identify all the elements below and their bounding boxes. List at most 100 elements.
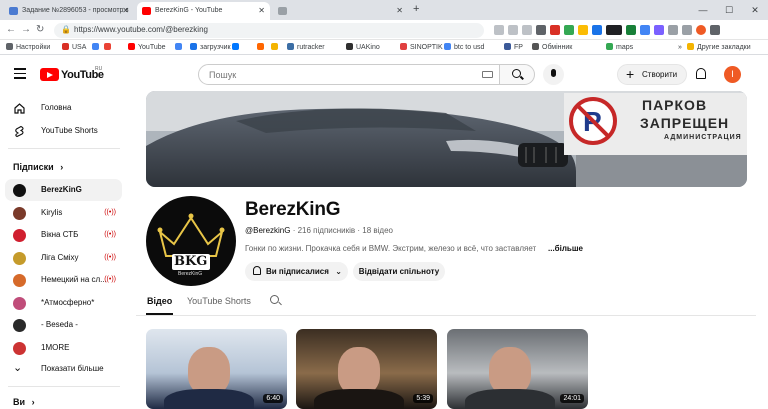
subscribed-button[interactable]: Ви підписалися ⌄ bbox=[245, 262, 348, 281]
sidebar-subscription[interactable]: Немецкий на сл... ((•)) bbox=[5, 269, 122, 291]
browser-tab-blank[interactable]: ✕ bbox=[273, 2, 408, 20]
sidebar-subscription[interactable]: Вікна СТБ ((•)) bbox=[5, 224, 122, 246]
bookmark-star-icon[interactable] bbox=[522, 25, 532, 35]
vpn-extension-icon[interactable] bbox=[626, 25, 636, 35]
maximize-button[interactable]: ☐ bbox=[716, 0, 742, 20]
close-tab-icon[interactable]: ✕ bbox=[396, 2, 403, 20]
sidebar-item-label: YouTube Shorts bbox=[41, 126, 98, 135]
browser-tab-strip: Задание №2896053 - просмотр з ✕ BerezKin… bbox=[0, 0, 768, 20]
extension-red-icon[interactable] bbox=[550, 25, 560, 35]
browser-tab-task[interactable]: Задание №2896053 - просмотр з ✕ bbox=[4, 2, 134, 20]
channel-handle: @BerezkinG bbox=[245, 226, 291, 235]
search-button[interactable] bbox=[499, 64, 535, 85]
sidebar-item-shorts[interactable]: YouTube Shorts bbox=[5, 120, 122, 142]
keyboard-icon[interactable] bbox=[482, 71, 493, 78]
bookmark-item[interactable]: Обмінник bbox=[532, 43, 572, 52]
video-thumbnail[interactable]: 24:01 bbox=[447, 329, 588, 409]
bookmark-item[interactable]: YouTube bbox=[128, 43, 166, 52]
description-more-link[interactable]: ...більше bbox=[548, 244, 583, 253]
account-avatar[interactable]: I bbox=[724, 66, 741, 83]
bell-icon bbox=[253, 266, 261, 275]
bookmark-label: FP bbox=[514, 44, 523, 51]
bookmark-item[interactable]: UAKino bbox=[346, 43, 380, 52]
close-tab-icon[interactable]: ✕ bbox=[258, 2, 265, 20]
extension-purple-icon[interactable] bbox=[654, 25, 664, 35]
adblock-extension-icon[interactable] bbox=[536, 25, 546, 35]
profile-avatar-icon[interactable] bbox=[696, 25, 706, 35]
bookmark-item[interactable]: загрузчик bbox=[190, 43, 231, 52]
sidebar-subscription[interactable]: - Beseda - bbox=[5, 314, 122, 336]
back-button[interactable]: ← bbox=[6, 24, 16, 36]
forward-button[interactable]: → bbox=[21, 24, 31, 36]
create-button[interactable]: + Створити bbox=[617, 64, 687, 85]
bookmark-item[interactable]: btc to usd bbox=[444, 43, 484, 52]
sidebar-subscription[interactable]: Kirylis ((•)) bbox=[5, 202, 122, 224]
puzzle-extensions-icon[interactable] bbox=[668, 25, 678, 35]
reload-button[interactable]: ↻ bbox=[36, 24, 44, 36]
video-thumbnail[interactable]: 5:39 bbox=[296, 329, 437, 409]
extension-blue-icon[interactable] bbox=[592, 25, 602, 35]
video-thumbnail[interactable]: 6:40 bbox=[146, 329, 287, 409]
sidebar-subscription[interactable]: Ліга Сміху ((•)) bbox=[5, 247, 122, 269]
page-scrollbar[interactable] bbox=[756, 95, 768, 409]
tab-shorts[interactable]: YouTube Shorts bbox=[187, 296, 251, 306]
sidebar-item-home[interactable]: Головна bbox=[5, 97, 122, 119]
bookmark-favicon-icon bbox=[62, 43, 69, 50]
url-text: https://www.youtube.com/@berezking bbox=[74, 25, 208, 34]
browser-tab-youtube[interactable]: BerezKinG - YouTube ✕ bbox=[137, 2, 270, 20]
channel-description[interactable]: Гонки по жизни. Прокачка себя и BMW. Экс… bbox=[245, 244, 536, 253]
sidebar-subscription[interactable]: 1MORE bbox=[5, 337, 122, 359]
bookmark-item[interactable] bbox=[92, 43, 102, 52]
bookmark-item[interactable]: SINOPTIK bbox=[400, 43, 443, 52]
search-input[interactable]: Пошук bbox=[198, 64, 500, 85]
bookmark-item[interactable] bbox=[175, 43, 185, 52]
menu-hamburger-icon[interactable] bbox=[14, 68, 26, 82]
search-icon bbox=[512, 69, 521, 78]
tab-videos[interactable]: Відео bbox=[147, 296, 172, 306]
more-bookmarks-button[interactable]: » bbox=[678, 43, 682, 52]
minimize-button[interactable]: — bbox=[690, 0, 716, 20]
subscription-label: - Beseda - bbox=[41, 320, 78, 329]
translate-icon[interactable] bbox=[508, 25, 518, 35]
you-title: Ви bbox=[13, 397, 26, 407]
notifications-bell-icon[interactable] bbox=[696, 68, 706, 79]
sidebar-subscription[interactable]: BerezKinG bbox=[5, 179, 122, 201]
close-tab-icon[interactable]: ✕ bbox=[122, 2, 129, 20]
channel-avatar-icon bbox=[13, 296, 26, 310]
close-window-button[interactable]: ✕ bbox=[742, 0, 768, 20]
search-placeholder: Пошук bbox=[209, 70, 237, 80]
url-bar[interactable]: 🔒 https://www.youtube.com/@berezking bbox=[54, 23, 484, 38]
menu-kebab-icon[interactable] bbox=[710, 25, 720, 35]
new-tab-button[interactable]: + bbox=[413, 3, 419, 15]
voice-search-button[interactable] bbox=[543, 64, 564, 85]
sidebar-subscription[interactable]: *Атмосферно* bbox=[5, 292, 122, 314]
subscription-label: 1MORE bbox=[41, 342, 70, 352]
bookmark-item[interactable] bbox=[271, 43, 281, 52]
bookmark-item[interactable]: USA bbox=[62, 43, 86, 52]
banner-sign-small: АДМИНИСТРАЦИЯ bbox=[664, 134, 742, 141]
ltc-ticker-icon[interactable] bbox=[606, 25, 622, 35]
bookmark-item[interactable]: Настройки bbox=[6, 43, 50, 52]
banner-sign-title: ПАРКОВ bbox=[642, 97, 708, 113]
sidebar-panel-icon[interactable] bbox=[682, 25, 692, 35]
extension-green-icon[interactable] bbox=[564, 25, 574, 35]
channel-search-icon[interactable] bbox=[270, 295, 279, 304]
you-heading[interactable]: Ви › bbox=[13, 397, 35, 407]
subscription-label: Немецкий на сл... bbox=[41, 275, 107, 284]
bookmark-item[interactable] bbox=[232, 43, 242, 52]
youtube-logo[interactable]: YouTube RU bbox=[40, 66, 104, 81]
bookmark-item[interactable]: maps bbox=[606, 43, 633, 52]
bookmark-item[interactable] bbox=[257, 43, 267, 52]
community-button[interactable]: Відвідати спільноту bbox=[353, 262, 445, 281]
extension-icon[interactable] bbox=[640, 25, 650, 35]
bookmark-item[interactable] bbox=[104, 43, 114, 52]
sidebar-show-more[interactable]: ⌄ Показати більше bbox=[5, 358, 122, 380]
channel-avatar[interactable]: BKG BerezKinG bbox=[146, 196, 236, 286]
bookmark-item[interactable]: rutracker bbox=[287, 43, 325, 52]
share-icon[interactable] bbox=[494, 25, 504, 35]
bookmark-item[interactable]: Другие закладки bbox=[687, 43, 751, 52]
chevron-right-icon: › bbox=[60, 162, 64, 172]
extension-yellow-icon[interactable] bbox=[578, 25, 588, 35]
bookmark-item[interactable]: FP bbox=[504, 43, 523, 52]
subscriptions-heading[interactable]: Підписки › bbox=[13, 162, 63, 172]
